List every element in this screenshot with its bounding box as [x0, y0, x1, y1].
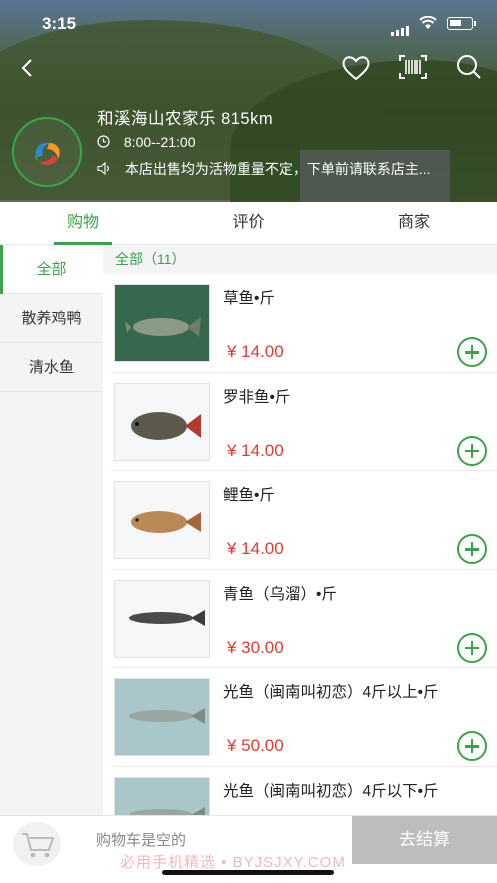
- status-bar: 3:15: [0, 12, 497, 36]
- cart-button[interactable]: [13, 822, 61, 866]
- category-sidebar: 全部 散养鸡鸭 清水鱼: [0, 245, 103, 815]
- product-item[interactable]: 草鱼•斤 ¥ 14.00: [111, 274, 497, 373]
- category-freshwater-fish[interactable]: 清水鱼: [0, 343, 103, 392]
- product-price: ¥ 14.00: [227, 342, 284, 361]
- barcode-scan-icon[interactable]: [397, 52, 429, 82]
- product-price: ¥ 50.00: [227, 736, 284, 756]
- add-to-cart-button[interactable]: [457, 731, 487, 762]
- category-all[interactable]: 全部: [0, 245, 103, 294]
- product-image: [114, 382, 210, 461]
- product-image: [114, 481, 210, 560]
- shopping-cart-icon: [22, 833, 55, 858]
- shop-hours: 8:00--21:00: [97, 134, 196, 150]
- back-icon[interactable]: [14, 54, 42, 82]
- status-time: 3:15: [42, 14, 77, 33]
- tab-shopping[interactable]: 购物: [0, 202, 166, 244]
- product-item[interactable]: 光鱼（闽南叫初恋）4斤以下•斤: [111, 767, 497, 815]
- shop-logo-icon: [34, 142, 60, 165]
- heart-icon[interactable]: [340, 52, 372, 82]
- search-icon[interactable]: [453, 52, 485, 82]
- wifi-icon: [419, 16, 437, 29]
- checkout-button[interactable]: 去结算: [352, 816, 497, 864]
- home-indicator[interactable]: [162, 870, 334, 875]
- battery-icon: [447, 17, 476, 30]
- speaker-icon: [97, 161, 109, 176]
- category-free-range-poultry[interactable]: 散养鸡鸭: [0, 294, 103, 343]
- product-image: [114, 776, 210, 815]
- product-name: 光鱼（闽南叫初恋）4斤以上•斤: [223, 684, 439, 702]
- product-list: 全部（11） 草鱼•斤 ¥ 14.00 罗非鱼•斤 ¥ 14.00 鲤鱼•斤 ¥…: [103, 245, 497, 815]
- product-image: [114, 579, 210, 658]
- signal-icon: [391, 18, 411, 36]
- product-item[interactable]: 光鱼（闽南叫初恋）4斤以上•斤 ¥ 50.00: [111, 668, 497, 767]
- product-item[interactable]: 青鱼（乌溜）•斤 ¥ 30.00: [111, 570, 497, 669]
- product-name: 青鱼（乌溜）•斤: [223, 585, 337, 603]
- add-to-cart-button[interactable]: [457, 435, 487, 466]
- app-root: 3:15 和溪海山农家乐 815km 8:00--21:00 本店出售均为活物重…: [0, 0, 497, 883]
- shop-header-banner: 3:15 和溪海山农家乐 815km 8:00--21:00 本店出售均为活物重…: [0, 0, 497, 202]
- shop-notice-text: 本店出售均为活物重量不定，下单前请联系店主...: [124, 161, 431, 177]
- cart-bar: 购物车是空的 去结算 必用手机精选 • BYJSJXY.COM: [0, 815, 497, 883]
- tab-bar: 购物 评价 商家: [0, 202, 497, 245]
- clock-icon: [97, 135, 110, 148]
- product-price: ¥ 30.00: [227, 637, 284, 657]
- add-to-cart-button[interactable]: [457, 337, 487, 367]
- product-item[interactable]: 罗非鱼•斤 ¥ 14.00: [111, 373, 497, 472]
- product-name: 鲤鱼•斤: [223, 487, 275, 505]
- product-name: 光鱼（闽南叫初恋）4斤以下•斤: [223, 782, 439, 800]
- shop-notice[interactable]: 本店出售均为活物重量不定，下单前请联系店主...: [97, 159, 487, 179]
- product-item[interactable]: 鲤鱼•斤 ¥ 14.00: [111, 471, 497, 570]
- list-section-header: 全部（11）: [103, 245, 497, 274]
- shop-hours-text: 8:00--21:00: [123, 134, 196, 150]
- product-image: [114, 284, 210, 362]
- product-price: ¥ 14.00: [227, 539, 284, 559]
- shop-name: 和溪海山农家乐 815km: [97, 110, 274, 128]
- product-image: [114, 678, 210, 757]
- tab-merchant[interactable]: 商家: [331, 202, 497, 244]
- watermark-text: 必用手机精选 • BYJSJXY.COM: [120, 854, 346, 871]
- product-name: 罗非鱼•斤: [223, 388, 291, 406]
- add-to-cart-button[interactable]: [457, 632, 487, 663]
- add-to-cart-button[interactable]: [457, 534, 487, 565]
- product-price: ¥ 14.00: [227, 440, 284, 460]
- tab-reviews[interactable]: 评价: [166, 202, 331, 244]
- cart-empty-text: 购物车是空的: [96, 832, 187, 849]
- shop-logo: [12, 117, 82, 187]
- product-name: 草鱼•斤: [223, 290, 275, 307]
